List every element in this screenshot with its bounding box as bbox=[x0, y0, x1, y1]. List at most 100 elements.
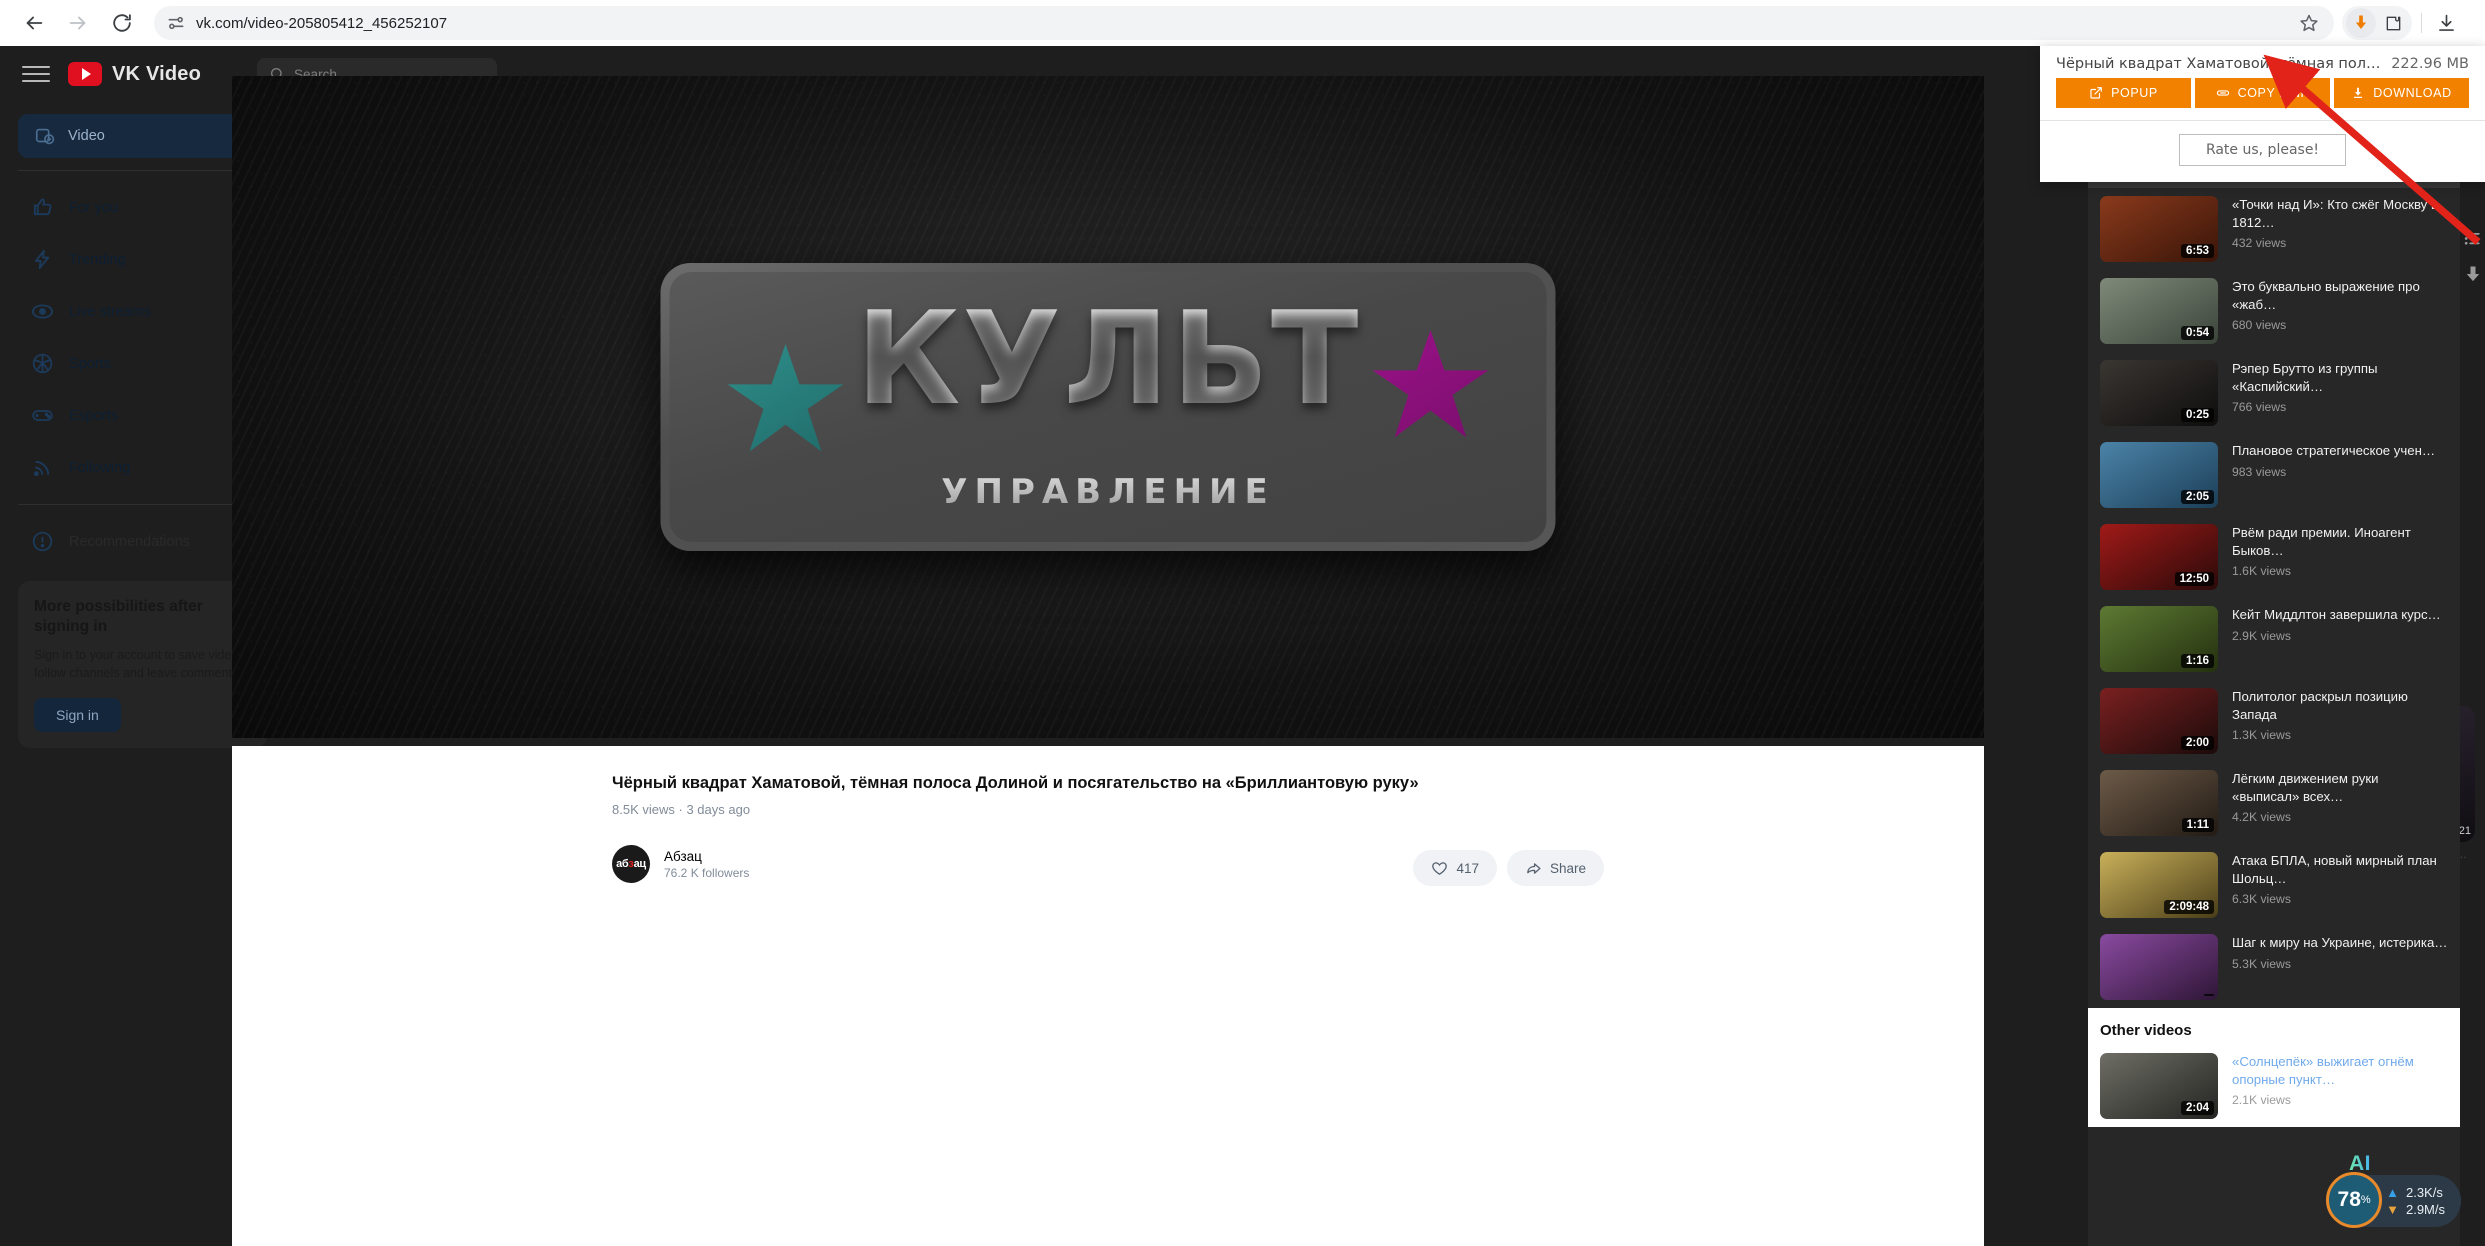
video-player[interactable]: КУЛЬТ УПРАВЛЕНИЕ bbox=[232, 76, 1984, 738]
download-arrow-icon[interactable] bbox=[2463, 264, 2483, 284]
other-videos-heading: Other videos bbox=[2088, 1008, 2460, 1045]
sidebar-item-recommendations[interactable]: Recommendations bbox=[18, 517, 267, 566]
menu-icon[interactable] bbox=[22, 60, 50, 88]
playlist-title: «Точки над И»: Кто сжёг Москву в 1812… bbox=[2232, 197, 2438, 230]
playlist-thumbnail: 0:54 bbox=[2100, 278, 2218, 344]
vk-video-logo[interactable]: VK Video bbox=[68, 62, 201, 86]
reload-button[interactable] bbox=[102, 3, 142, 43]
sidebar-label-esports: Esports bbox=[69, 407, 119, 424]
browser-toolbar: vk.com/video-205805412_456252107 bbox=[0, 0, 2485, 46]
upload-speed: 2.3K/s bbox=[2405, 1185, 2443, 1200]
signin-button[interactable]: Sign in bbox=[34, 697, 121, 732]
playlist-item[interactable]: 12:50 Рвём ради премии. Иноагент Быков… … bbox=[2088, 516, 2460, 598]
info-circle-icon bbox=[30, 530, 54, 554]
playlist-panel[interactable]: 9:13 Чёрный квадрат Хаматовой, тёмная… 8… bbox=[2088, 106, 2460, 1246]
sidebar-label-recommendations: Recommendations bbox=[69, 533, 190, 550]
downloads-tray-icon bbox=[2438, 14, 2454, 31]
playlist-thumbnail: 2:00 bbox=[2100, 688, 2218, 754]
download-actions: POPUP COPY LINK DOWNLOAD bbox=[2040, 78, 2485, 120]
sidebar-item-following[interactable]: Following bbox=[18, 443, 267, 492]
address-bar[interactable]: vk.com/video-205805412_456252107 bbox=[154, 6, 2334, 40]
playlist-thumbnail: 6:53 bbox=[2100, 196, 2218, 262]
heart-icon bbox=[1432, 861, 1448, 875]
playlist-item[interactable]: 1:11 Лёгким движением руки «выписал» все… bbox=[2088, 762, 2460, 844]
playlist-views: 766 views bbox=[2232, 400, 2287, 415]
playlist-title: Рэпер Брутто из группы «Каспийский… bbox=[2232, 361, 2378, 394]
playlist-item[interactable]: 0:54 Это буквально выражение про «жаб… 6… bbox=[2088, 270, 2460, 352]
playlist-views: 6.3K views bbox=[2232, 892, 2291, 907]
avatar[interactable]: аб з ац bbox=[612, 845, 650, 883]
playlist-duration: 6:53 bbox=[2180, 244, 2214, 258]
playlist-title: Рвём ради премии. Иноагент Быков… bbox=[2232, 525, 2411, 558]
rate-us-button[interactable]: Rate us, please! bbox=[2178, 134, 2347, 166]
playlist-thumbnail: 0:25 bbox=[2100, 360, 2218, 426]
playlist-item[interactable]: 6:53 «Точки над И»: Кто сжёг Москву в 18… bbox=[2088, 188, 2460, 270]
other-video-title: «Солнцепёк» выжигает огнём опорные пункт… bbox=[2232, 1054, 2414, 1087]
playlist-item[interactable]: 2:09:48 Атака БПЛА, новый мирный план Шо… bbox=[2088, 844, 2460, 926]
copy-link-button[interactable]: COPY LINK bbox=[2195, 78, 2330, 108]
sidebar-label-live-streams: Live streams bbox=[69, 303, 152, 320]
list-icon[interactable] bbox=[2463, 228, 2483, 248]
signin-title: More possibilities after signing in bbox=[34, 598, 203, 636]
playlist-title: Кейт Миддлтон завершила курс… bbox=[2232, 607, 2441, 622]
download-extension-icon[interactable] bbox=[2346, 8, 2376, 38]
forward-button[interactable] bbox=[58, 3, 98, 43]
video-info-panel: Чёрный квадрат Хаматовой, тёмная полоса … bbox=[232, 746, 1984, 1246]
gamepad-icon bbox=[30, 404, 54, 428]
playlist-thumbnail bbox=[2100, 934, 2218, 1000]
other-video-views: 2.1K views bbox=[2232, 1093, 2291, 1108]
playlist-duration: 1:11 bbox=[2181, 818, 2214, 832]
playlist-views: 983 views bbox=[2232, 464, 2287, 479]
playlist-title: Плановое стратегическое учен… bbox=[2232, 443, 2436, 458]
download-button[interactable]: DOWNLOAD bbox=[2334, 78, 2469, 108]
back-button[interactable] bbox=[14, 3, 54, 43]
share-icon bbox=[1527, 862, 1541, 874]
playlist-views: 4.2K views bbox=[2232, 810, 2291, 825]
share-button[interactable]: Share bbox=[1506, 850, 1604, 886]
basketball-icon bbox=[30, 352, 54, 376]
playlist-title: Политолог раскрыл позицию Запада bbox=[2232, 689, 2408, 722]
sidebar-item-for-you[interactable]: For you bbox=[18, 183, 267, 232]
playlist-duration: 0:25 bbox=[2180, 408, 2214, 422]
download-title: Чёрный квадрат Хаматовой, тёмная полоса … bbox=[2056, 56, 2381, 72]
playlist-title: Это буквально выражение про «жаб… bbox=[2232, 279, 2420, 312]
rss-icon bbox=[30, 456, 54, 480]
sidebar-label-for-you: For you bbox=[69, 199, 119, 216]
download-speed: 2.9M/s bbox=[2405, 1202, 2445, 1217]
upload-row: ▲ 2.3K/s bbox=[2386, 1185, 2445, 1200]
eye-icon bbox=[30, 300, 54, 324]
playlist-item[interactable]: 2:05 Плановое стратегическое учен… 983 v… bbox=[2088, 434, 2460, 516]
playlist-item[interactable]: 2:00 Политолог раскрыл позицию Запада 1.… bbox=[2088, 680, 2460, 762]
site-settings-icon[interactable] bbox=[166, 13, 186, 33]
sidebar-item-trending[interactable]: Trending bbox=[18, 235, 267, 284]
sidebar-item-live-streams[interactable]: Live streams bbox=[18, 287, 267, 336]
sidebar-label-following: Following bbox=[69, 459, 131, 476]
channel-followers: 76.2 K followers bbox=[664, 865, 750, 880]
avatar-text-1: аб bbox=[616, 858, 629, 870]
popup-button[interactable]: POPUP bbox=[2056, 78, 2191, 108]
popup-button-label: POPUP bbox=[2111, 86, 2158, 100]
other-video-item[interactable]: 2:04 «Солнцепёк» выжигает огнём опорные … bbox=[2088, 1045, 2460, 1127]
channel-name: Абзац bbox=[664, 848, 702, 864]
like-button[interactable]: 417 bbox=[1413, 850, 1497, 886]
lightning-icon bbox=[30, 248, 54, 272]
bookmark-star-icon[interactable] bbox=[2296, 10, 2322, 36]
extensions-puzzle-icon[interactable] bbox=[2378, 8, 2408, 38]
upload-video-button[interactable]: Video bbox=[18, 114, 267, 158]
vk-video-page: VK Video Search Video For you Trending L… bbox=[0, 46, 2485, 1246]
sidebar-item-sports[interactable]: Sports bbox=[18, 339, 267, 388]
playlist-item[interactable]: 1:16 Кейт Миддлтон завершила курс… 2.9K … bbox=[2088, 598, 2460, 680]
download-extension-popup[interactable]: Чёрный квадрат Хаматовой, тёмная полоса … bbox=[2040, 46, 2485, 182]
signin-subtitle: Sign in to your account to save videos, … bbox=[34, 648, 249, 681]
url-text: vk.com/video-205805412_456252107 bbox=[196, 14, 448, 32]
orange-download-arrow-icon bbox=[2355, 15, 2367, 29]
download-button-label: DOWNLOAD bbox=[2373, 86, 2452, 100]
upload-arrow-icon: ▲ bbox=[2386, 1185, 2399, 1200]
downloads-button[interactable] bbox=[2431, 8, 2461, 38]
playlist-item[interactable]: 0:25 Рэпер Брутто из группы «Каспийский…… bbox=[2088, 352, 2460, 434]
network-speed-widget[interactable]: AI ▲ 2.3K/s ▼ 2.9M/s 78% bbox=[2326, 1152, 2461, 1228]
playlist-item[interactable]: Шаг к миру на Украине, истерика… 5.3K vi… bbox=[2088, 926, 2460, 1008]
download-arrow-icon: ▼ bbox=[2386, 1202, 2399, 1217]
rate-section: Rate us, please! bbox=[2040, 121, 2485, 182]
sidebar-item-esports[interactable]: Esports bbox=[18, 391, 267, 440]
